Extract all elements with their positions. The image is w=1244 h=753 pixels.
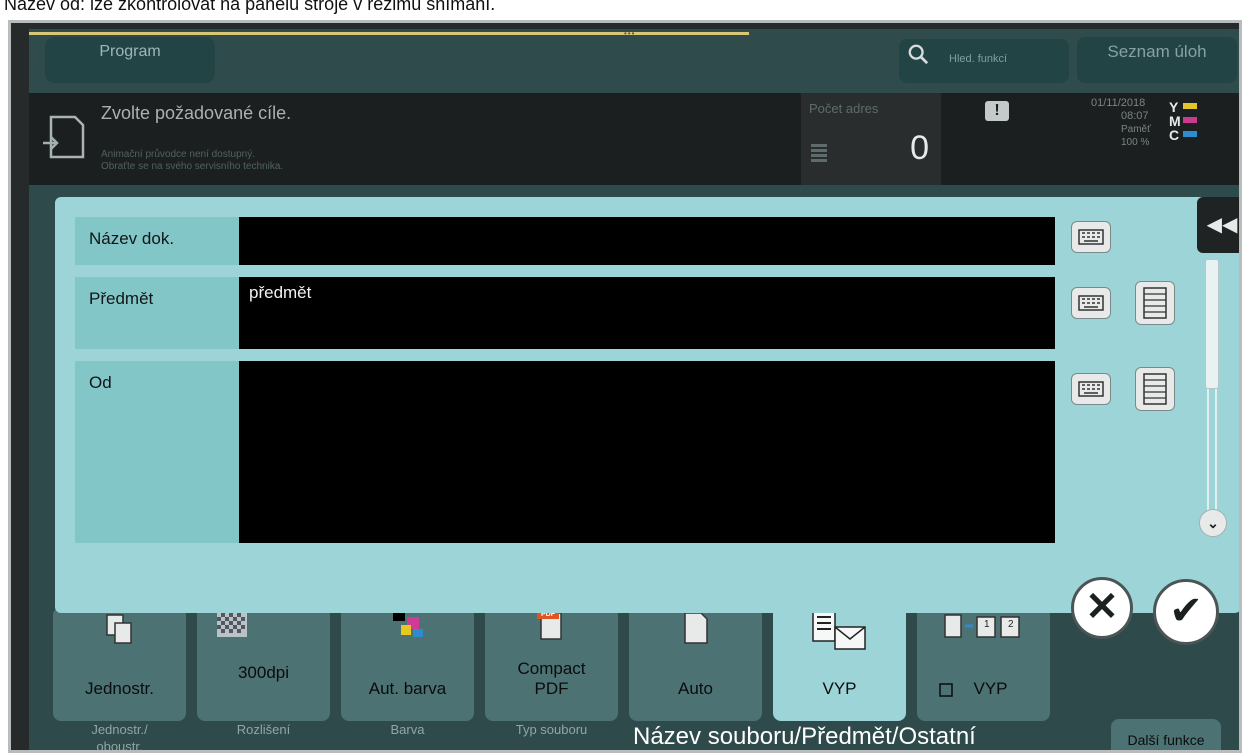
list-icon: [1143, 373, 1167, 405]
duplex-caption-line2: oboustr.: [96, 739, 143, 753]
status-date: 01/11/2018: [1091, 97, 1146, 109]
address-count-value: 0: [910, 129, 929, 167]
page-icon: [684, 612, 708, 644]
message-bar: Zvolte požadované cíle. Animační průvodc…: [29, 93, 1239, 185]
resolution-tile-label: 300dpi: [237, 663, 290, 682]
close-icon: ✕: [1085, 585, 1119, 629]
list-button-from[interactable]: [1135, 367, 1175, 411]
job-list-button[interactable]: Seznam úloh: [1077, 37, 1237, 83]
field-label-document-name: Název dok.: [75, 217, 239, 265]
filename-subject-tile[interactable]: VYP: [773, 599, 906, 721]
field-label-from: Od: [75, 361, 239, 543]
document-name-input[interactable]: [239, 217, 1055, 265]
file-type-caption: Typ souboru: [515, 722, 588, 737]
color-tile[interactable]: Aut. barva: [341, 607, 474, 721]
warning-icon[interactable]: !: [985, 101, 1009, 121]
page-number-icon-1: 1: [984, 619, 990, 630]
status-time: 08:07: [1121, 110, 1149, 122]
toner-letter: C: [1169, 127, 1180, 143]
density-tile-label: Auto: [678, 679, 713, 698]
search-icon: [908, 44, 929, 65]
duplex-caption: Jednostr./ oboustr.: [53, 721, 186, 753]
keyboard-button-document-name[interactable]: [1071, 221, 1111, 253]
drag-handle[interactable]: •••: [624, 30, 660, 38]
toner-yellow: Y: [1169, 99, 1199, 115]
ok-button[interactable]: ✔: [1153, 579, 1219, 645]
instruction-text: Zvolte požadované cíle.: [101, 103, 292, 123]
file-type-tile-label-2: PDF: [534, 679, 569, 698]
address-count-label: Počet adres: [809, 101, 879, 116]
subject-input[interactable]: předmět: [239, 277, 1055, 349]
mail-doc-icon: [812, 610, 866, 650]
filename-subject-tile-label: VYP: [822, 679, 857, 698]
guide-unavailable-text: Animační průvodce není dostupný.: [101, 149, 255, 160]
scroll-down-button[interactable]: ⌄: [1199, 509, 1227, 537]
list-icon: [811, 144, 827, 162]
duplex-icon: [106, 614, 132, 644]
density-tile[interactable]: Auto: [629, 607, 762, 721]
chevron-down-icon: ⌄: [1207, 515, 1219, 531]
filename-subject-panel: Název dok. Předmět předmět Od ⌄: [55, 197, 1239, 613]
keyboard-button-subject[interactable]: [1071, 287, 1111, 319]
filename-subject-caption: Název souboru/Předmět/Ostatní: [633, 723, 976, 750]
page-print-tile[interactable]: 1 2 VYP: [917, 607, 1050, 721]
search-function-button[interactable]: Hled. funkcí: [899, 39, 1069, 83]
search-label: Hled. funkcí: [949, 53, 1008, 65]
collapse-panel-button[interactable]: ◀◀: [1197, 197, 1239, 253]
device-screen: ••• Program Hled. funkcí Seznam úloh Zvo…: [8, 20, 1242, 753]
page-print-tile-label: VYP: [973, 679, 1008, 698]
color-caption: Barva: [390, 722, 425, 737]
resolution-caption: Rozlišení: [236, 722, 291, 737]
top-bar: ••• Program Hled. funkcí Seznam úloh: [29, 29, 1239, 93]
checkmark-icon: ✔: [1169, 589, 1203, 633]
duplex-tile-label: Jednostr.: [85, 679, 154, 698]
program-button[interactable]: Program: [45, 37, 215, 83]
from-input[interactable]: [239, 361, 1055, 543]
keyboard-icon: [1078, 381, 1104, 397]
keyboard-icon: [1078, 295, 1104, 311]
page-number-icon-2: 2: [1008, 619, 1014, 630]
double-chevron-left-icon: ◀◀: [1206, 214, 1238, 236]
toner-cyan: C: [1169, 127, 1199, 143]
scrollbar-thumb[interactable]: [1205, 259, 1219, 389]
cancel-button[interactable]: ✕: [1071, 577, 1133, 639]
resolution-tile[interactable]: 300dpi: [197, 607, 330, 721]
address-count-box[interactable]: Počet adres 0: [801, 93, 941, 185]
file-type-tile-label-1: Compact: [517, 659, 586, 678]
more-functions-button[interactable]: Další funkce: [1111, 719, 1221, 750]
file-type-tile[interactable]: PDF Compact PDF: [485, 607, 618, 721]
document-arrow-icon: [43, 115, 85, 159]
list-button-subject[interactable]: [1135, 281, 1175, 325]
duplex-tile[interactable]: Jednostr.: [53, 607, 186, 721]
keyboard-icon: [1078, 229, 1104, 245]
device-status: 01/11/2018 08:07 Paměť 100 % Y M C: [1091, 97, 1239, 183]
list-icon: [1143, 287, 1167, 319]
duplex-caption-line1: Jednostr./: [91, 722, 148, 737]
keyboard-button-from[interactable]: [1071, 373, 1111, 405]
memory-label: Paměť: [1121, 124, 1151, 135]
resolution-icon: [217, 609, 247, 637]
memory-percent: 100 %: [1121, 137, 1150, 148]
color-tile-label: Aut. barva: [368, 679, 447, 698]
toner-magenta: M: [1169, 113, 1199, 129]
page-caption: Název od: lze zkontrolovat na panelu str…: [4, 0, 496, 14]
field-label-subject: Předmět: [75, 277, 239, 349]
contact-service-text: Obraťte se na svého servisního technika.: [101, 161, 284, 172]
